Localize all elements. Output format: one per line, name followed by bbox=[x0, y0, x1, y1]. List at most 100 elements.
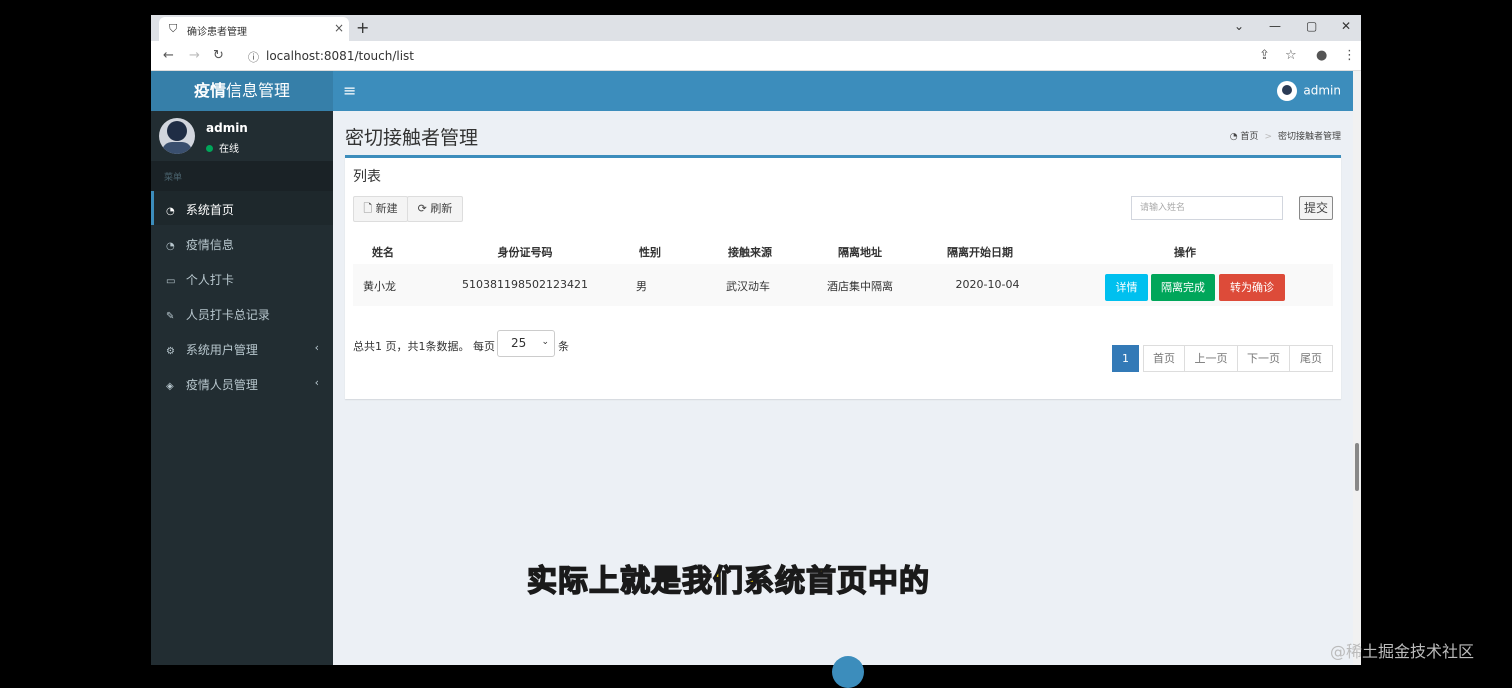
column-header: 接触来源 bbox=[728, 246, 772, 259]
url-text: localhost:8081/touch/list bbox=[266, 49, 415, 63]
sidebar-item-home[interactable]: ◔ 系统首页 bbox=[151, 191, 333, 225]
menu-dots-icon[interactable]: ⋮ bbox=[1343, 48, 1356, 63]
user-panel: admin 在线 bbox=[151, 111, 333, 161]
reload-icon[interactable]: ↻ bbox=[213, 48, 224, 63]
avatar bbox=[1277, 81, 1298, 101]
cell-id: 510381198502123421 bbox=[462, 278, 588, 291]
page-size-select[interactable]: 25 ⌄ bbox=[497, 330, 555, 357]
sidebar-item-user-management[interactable]: ⚙ 系统用户管理 ‹ bbox=[151, 331, 333, 365]
url-field[interactable]: ⓘ localhost:8081/touch/list bbox=[246, 45, 1246, 67]
laptop-icon: ▭ bbox=[166, 276, 176, 287]
app-logo[interactable]: 疫情信息管理 bbox=[151, 71, 333, 111]
list-box: 列表 🗋 新建 ⟳ 刷新 提交 姓名 身份证号码 性别 接触来源 隔离地址 隔离… bbox=[345, 155, 1341, 399]
cell-source: 武汉动车 bbox=[726, 280, 770, 293]
chevron-down-icon: ⌄ bbox=[541, 337, 549, 347]
detail-button[interactable]: 详情 bbox=[1105, 274, 1148, 301]
next-page-button[interactable]: 下一页 bbox=[1237, 345, 1290, 372]
breadcrumb-separator: > bbox=[1264, 132, 1272, 142]
sidebar-toggle-icon[interactable]: ≡ bbox=[343, 81, 356, 100]
cell-address: 酒店集中隔离 bbox=[827, 280, 893, 293]
back-icon[interactable]: ← bbox=[163, 48, 174, 63]
sidebar-item-label: 疫情信息 bbox=[185, 238, 234, 252]
refresh-button[interactable]: ⟳ 刷新 bbox=[407, 196, 463, 222]
cube-icon: ◈ bbox=[166, 381, 174, 392]
refresh-button-label: 刷新 bbox=[430, 202, 453, 215]
sidebar-item-epidemic-info[interactable]: ◔ 疫情信息 bbox=[151, 226, 333, 260]
video-subtitle: 实际上就是我们系统首页中的 bbox=[526, 563, 930, 600]
page-size-value: 25 bbox=[511, 336, 527, 350]
chevron-left-icon: ‹ bbox=[314, 341, 319, 354]
menu-header: 菜单 bbox=[151, 161, 333, 191]
info-icon: ⓘ bbox=[248, 51, 259, 64]
sidebar-item-label: 系统首页 bbox=[185, 203, 234, 217]
floating-button[interactable] bbox=[832, 656, 864, 688]
column-header: 隔离开始日期 bbox=[947, 246, 1013, 259]
prev-page-button[interactable]: 上一页 bbox=[1184, 345, 1238, 372]
search-input[interactable] bbox=[1131, 196, 1283, 220]
file-icon: 🗋 bbox=[363, 202, 376, 215]
cell-date: 2020-10-04 bbox=[955, 278, 1020, 291]
chevron-left-icon: ‹ bbox=[314, 376, 319, 389]
sidebar-item-checkin[interactable]: ▭ 个人打卡 bbox=[151, 261, 333, 295]
cell-name: 黄小龙 bbox=[363, 280, 396, 293]
close-window-button[interactable]: ✕ bbox=[1341, 19, 1351, 33]
breadcrumb: ◔ 首页 > 密切接触者管理 bbox=[1230, 129, 1341, 142]
top-user-menu[interactable]: admin bbox=[1277, 81, 1341, 101]
first-page-button[interactable]: 首页 bbox=[1143, 345, 1185, 372]
column-header: 操作 bbox=[1174, 246, 1196, 259]
page-number-button[interactable]: 1 bbox=[1112, 345, 1139, 372]
column-header: 性别 bbox=[639, 246, 661, 259]
column-header: 隔离地址 bbox=[838, 246, 882, 259]
last-page-button[interactable]: 尾页 bbox=[1289, 345, 1333, 372]
minimize-button[interactable]: — bbox=[1269, 19, 1281, 33]
shield-icon: ⛉ bbox=[169, 22, 178, 35]
tab-title: 确诊患者管理 bbox=[187, 27, 247, 38]
top-navbar: ≡ admin bbox=[333, 71, 1353, 111]
browser-tab[interactable]: ⛉ 确诊患者管理 × bbox=[159, 17, 349, 41]
share-icon[interactable]: ⇪ bbox=[1259, 48, 1270, 63]
sidebar-item-checkin-records[interactable]: ✎ 人员打卡总记录 bbox=[151, 296, 333, 330]
isolation-complete-button[interactable]: 隔离完成 bbox=[1151, 274, 1215, 301]
convert-confirmed-button[interactable]: 转为确诊 bbox=[1219, 274, 1285, 301]
dashboard-icon: ◔ bbox=[166, 206, 175, 217]
tab-search-icon[interactable]: ⌄ bbox=[1234, 19, 1244, 33]
cell-gender: 男 bbox=[636, 280, 647, 293]
forward-icon[interactable]: → bbox=[189, 48, 200, 63]
box-title: 列表 bbox=[353, 169, 381, 185]
sidebar-item-label: 疫情人员管理 bbox=[185, 378, 258, 392]
sidebar-item-label: 人员打卡总记录 bbox=[185, 308, 270, 322]
close-tab-icon[interactable]: × bbox=[334, 21, 344, 35]
user-status-text: 在线 bbox=[219, 144, 239, 155]
dashboard-icon: ◔ bbox=[1229, 132, 1241, 142]
sidebar: admin 在线 菜单 ◔ 系统首页 ◔ 疫情信息 ▭ 个人打卡 ✎ 人员打卡总… bbox=[151, 111, 333, 665]
bookmark-star-icon[interactable]: ☆ bbox=[1285, 48, 1297, 63]
page-title: 密切接触者管理 bbox=[345, 127, 479, 149]
sidebar-item-personnel-management[interactable]: ◈ 疫情人员管理 ‹ bbox=[151, 366, 333, 400]
tab-bar: ⛉ 确诊患者管理 × + ⌄ — ▢ ✕ bbox=[151, 15, 1361, 41]
refresh-icon: ⟳ bbox=[417, 202, 431, 215]
cogs-icon: ⚙ bbox=[166, 346, 175, 357]
profile-icon[interactable]: ● bbox=[1316, 48, 1327, 63]
edit-icon: ✎ bbox=[166, 311, 175, 322]
new-tab-button[interactable]: + bbox=[356, 18, 369, 37]
sidebar-item-label: 系统用户管理 bbox=[185, 343, 258, 357]
scrollbar[interactable] bbox=[1353, 71, 1361, 665]
submit-button[interactable]: 提交 bbox=[1299, 196, 1333, 220]
address-bar: ← → ↻ ⓘ localhost:8081/touch/list ⇪ ☆ ● … bbox=[151, 41, 1361, 71]
breadcrumb-current: 密切接触者管理 bbox=[1277, 132, 1341, 142]
new-button[interactable]: 🗋 新建 bbox=[353, 196, 408, 222]
pagination-info: 总共1 页，共1条数据。 每页 bbox=[353, 340, 495, 353]
breadcrumb-home[interactable]: 首页 bbox=[1240, 132, 1258, 142]
column-header: 身份证号码 bbox=[497, 246, 553, 259]
user-name: admin bbox=[206, 121, 248, 135]
new-button-label: 新建 bbox=[375, 202, 398, 215]
logo-bold-text: 疫情 bbox=[193, 81, 226, 100]
logo-text: 信息管理 bbox=[226, 81, 291, 100]
online-dot-icon bbox=[206, 145, 213, 152]
user-status: 在线 bbox=[206, 140, 239, 155]
maximize-button[interactable]: ▢ bbox=[1306, 19, 1317, 33]
sidebar-item-label: 个人打卡 bbox=[185, 273, 234, 287]
scrollbar-thumb[interactable] bbox=[1355, 443, 1359, 491]
top-user-name: admin bbox=[1303, 83, 1341, 98]
avatar bbox=[159, 118, 195, 154]
